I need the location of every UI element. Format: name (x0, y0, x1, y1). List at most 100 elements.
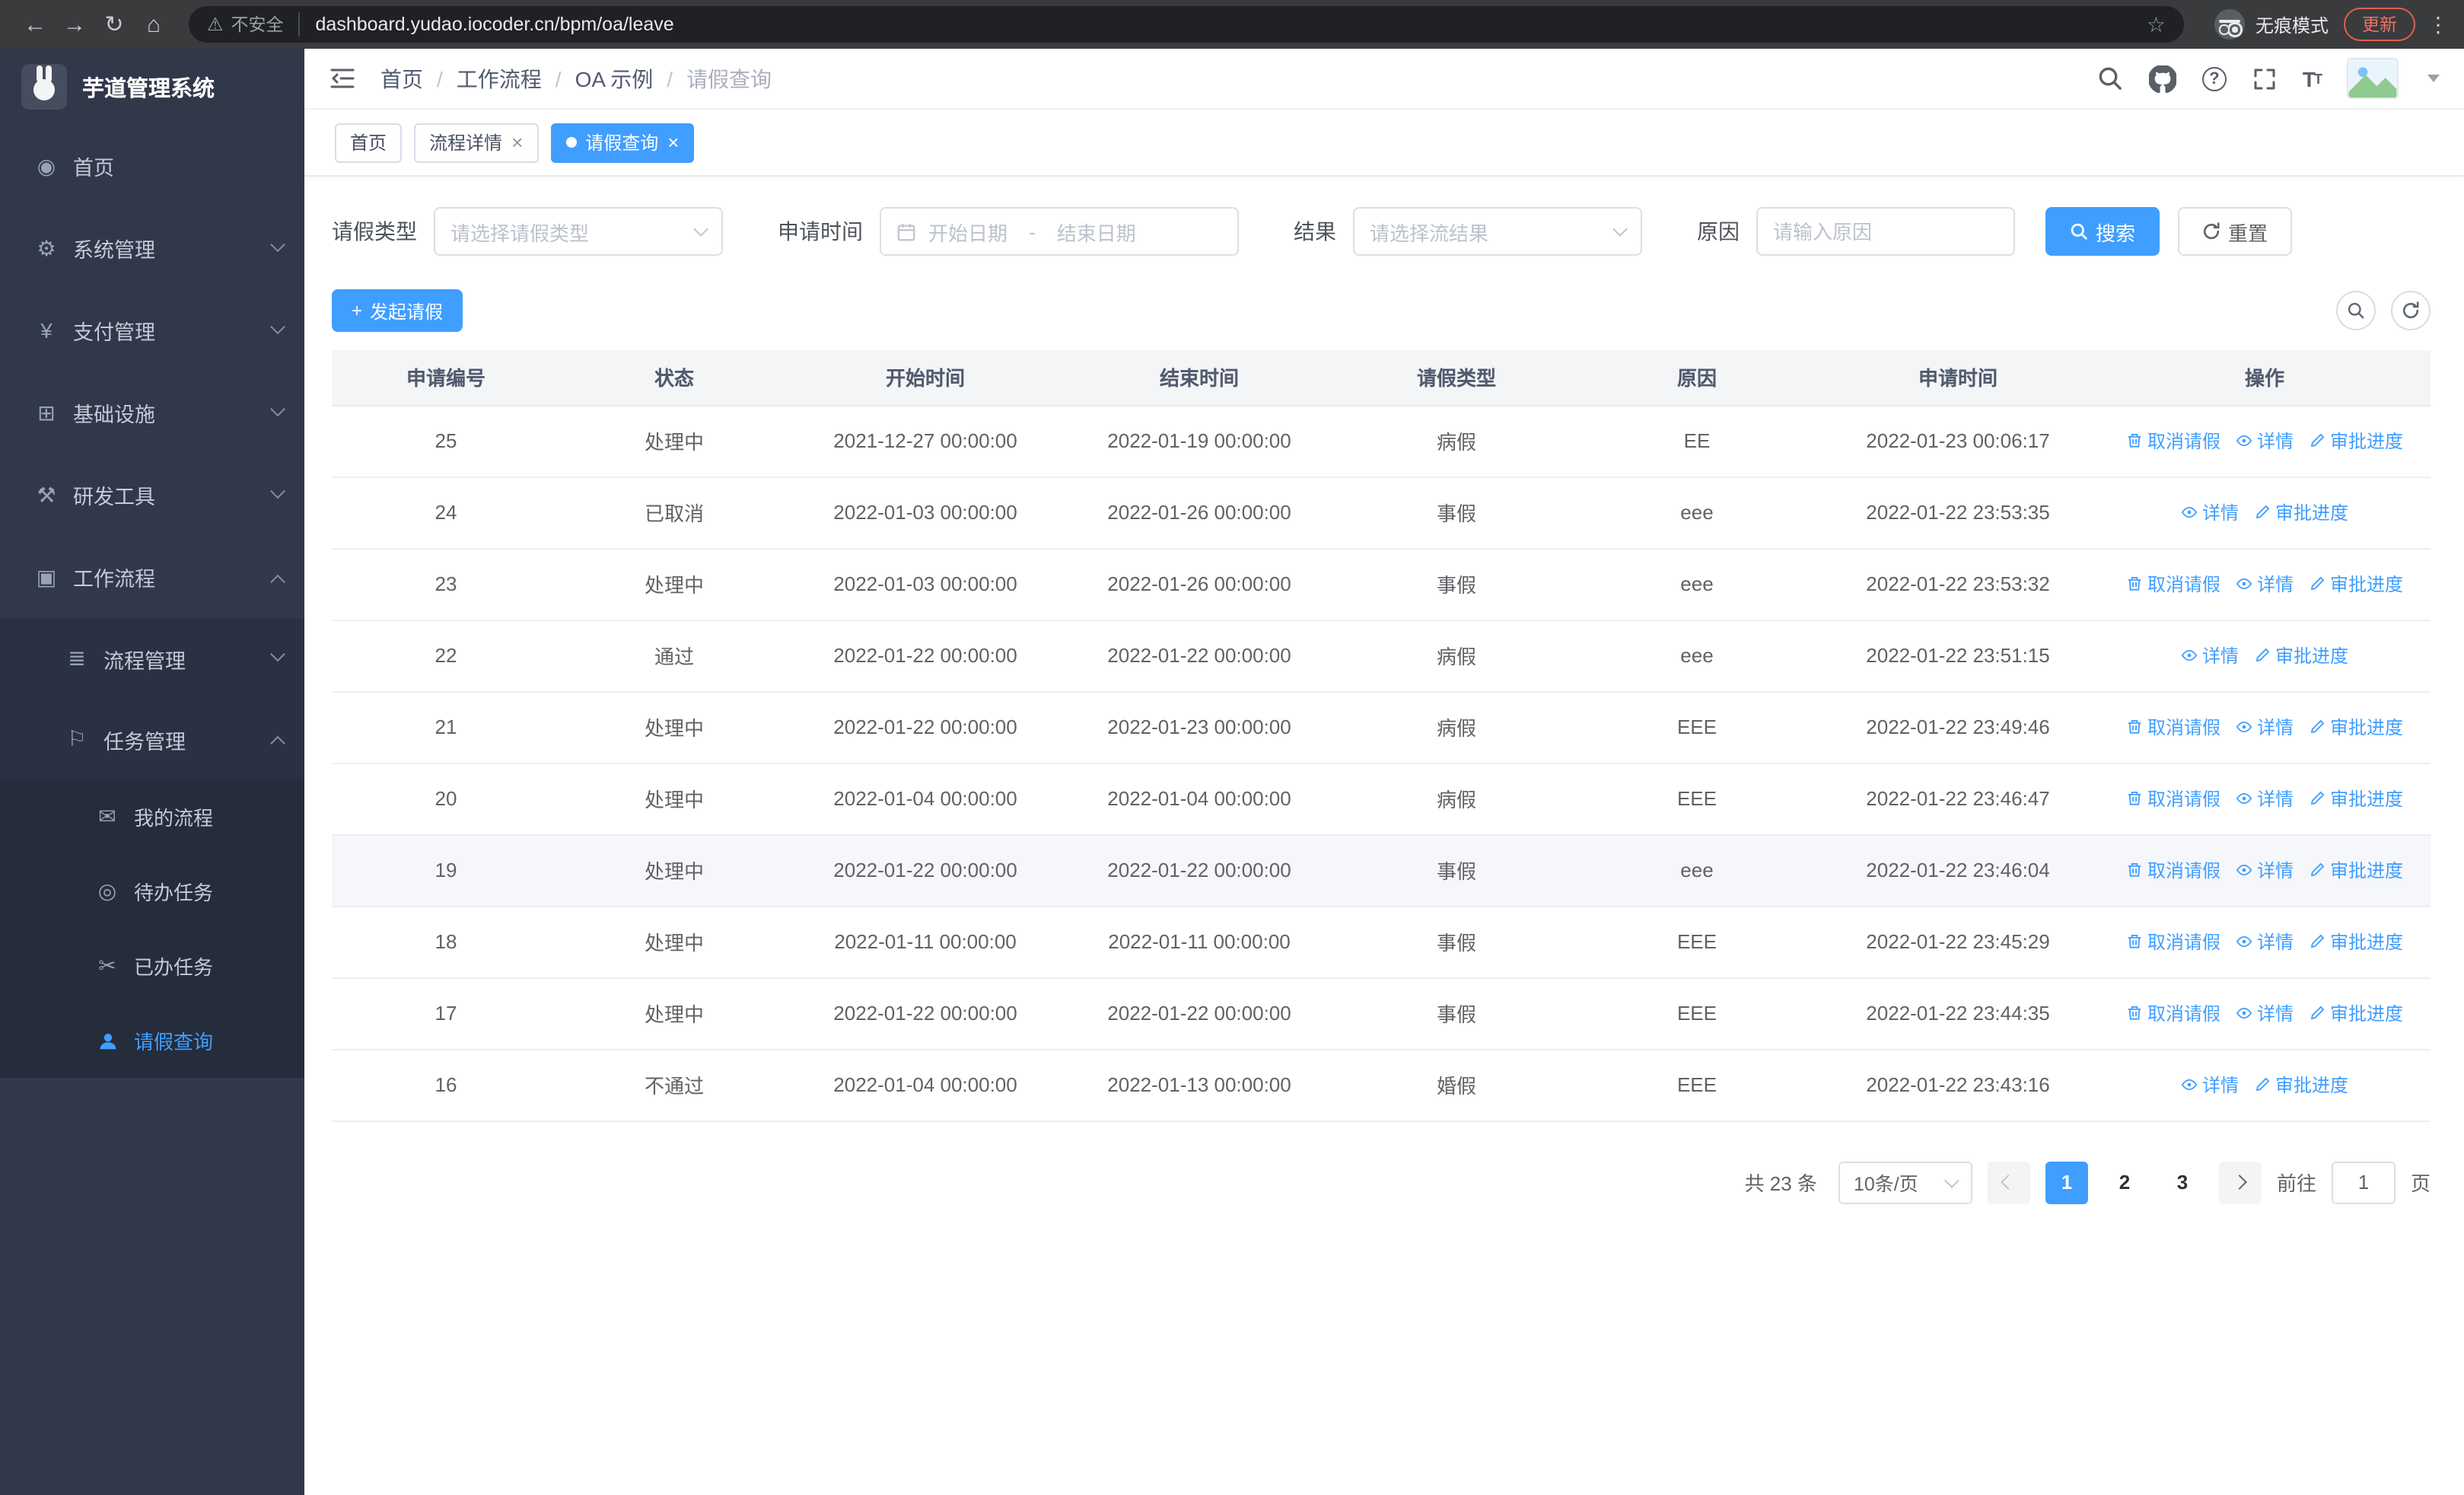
site-security-chip[interactable]: ⚠ 不安全 (207, 12, 301, 37)
tab-home[interactable]: 首页 (335, 123, 403, 162)
eye-icon (2236, 862, 2252, 878)
app-logo[interactable]: 芋道管理系统 (0, 49, 304, 125)
breadcrumb-item[interactable]: OA 示例 (575, 63, 654, 94)
detail-link[interactable]: 详情 (2181, 642, 2239, 668)
sidebar-item-payment[interactable]: ¥ 支付管理 (0, 289, 304, 371)
approval-progress-link[interactable]: 审批进度 (2309, 1000, 2403, 1026)
collapse-menu-icon[interactable] (329, 67, 356, 90)
tab-process-detail[interactable]: 流程详情 × (414, 123, 539, 162)
table-row: 23 处理中 2022-01-03 00:00:00 2022-01-26 00:00… (332, 548, 2431, 620)
url-text[interactable]: dashboard.yudao.iocoder.cn/bpm/oa/leave (316, 14, 2147, 35)
sidebar-item-system[interactable]: ⚙ 系统管理 (0, 207, 304, 289)
address-bar[interactable]: ⚠ 不安全 dashboard.yudao.iocoder.cn/bpm/oa/… (189, 6, 2184, 43)
cell-apply-id: 25 (332, 405, 560, 477)
detail-link[interactable]: 详情 (2236, 1000, 2294, 1026)
detail-link[interactable]: 详情 (2236, 428, 2294, 454)
next-page-button[interactable] (2218, 1161, 2262, 1203)
approval-progress-link[interactable]: 审批进度 (2254, 499, 2348, 525)
cancel-leave-link[interactable]: 取消请假 (2126, 1000, 2220, 1026)
page-2-button[interactable]: 2 (2103, 1161, 2146, 1203)
apply-time-range-picker[interactable]: 开始日期 - 结束日期 (880, 207, 1239, 256)
sidebar-item-process-mgmt[interactable]: ≣ 流程管理 (0, 618, 304, 699)
delete-icon (2126, 933, 2143, 950)
sidebar-item-infrastructure[interactable]: ⊞ 基础设施 (0, 371, 304, 454)
edit-icon (2254, 1076, 2271, 1093)
cell-apply-time: 2022-01-22 23:44:35 (1817, 977, 2099, 1050)
back-icon[interactable]: ← (15, 6, 55, 43)
help-icon[interactable]: ? (2201, 66, 2227, 91)
breadcrumb-separator: / (555, 66, 562, 91)
action-label: 审批进度 (2330, 860, 2404, 881)
sidebar-item-task-mgmt[interactable]: ⚐ 任务管理 (0, 699, 304, 779)
cancel-leave-link[interactable]: 取消请假 (2126, 929, 2220, 955)
breadcrumb-item[interactable]: 首页 (380, 63, 423, 94)
yen-icon: ¥ (40, 318, 53, 343)
refresh-table-button[interactable] (2391, 291, 2431, 330)
sidebar-item-done-tasks[interactable]: ✂ 已办任务 (0, 929, 304, 1003)
sidebar-item-workflow[interactable]: ▣ 工作流程 (0, 536, 304, 618)
approval-progress-link[interactable]: 审批进度 (2309, 857, 2403, 883)
cancel-leave-link[interactable]: 取消请假 (2126, 714, 2220, 740)
page-size-select[interactable]: 10条/页 (1838, 1161, 1972, 1203)
detail-link[interactable]: 详情 (2236, 571, 2294, 597)
detail-link[interactable]: 详情 (2181, 499, 2239, 525)
tab-label: 首页 (350, 132, 387, 154)
browser-toolbar: ← → ↻ ⌂ ⚠ 不安全 dashboard.yudao.iocoder.cn… (0, 0, 2464, 49)
create-leave-button[interactable]: + 发起请假 (332, 289, 463, 332)
sidebar-item-my-process[interactable]: ✉ 我的流程 (0, 779, 304, 854)
detail-link[interactable]: 详情 (2236, 857, 2294, 883)
cancel-leave-link[interactable]: 取消请假 (2126, 857, 2220, 883)
sidebar-item-home[interactable]: ◉ 首页 (0, 125, 304, 207)
approval-progress-link[interactable]: 审批进度 (2254, 642, 2348, 668)
approval-progress-link[interactable]: 审批进度 (2309, 786, 2403, 811)
close-icon[interactable]: × (667, 132, 679, 152)
forward-icon[interactable]: → (55, 6, 94, 43)
search-icon[interactable] (2097, 65, 2123, 91)
cancel-leave-link[interactable]: 取消请假 (2126, 786, 2220, 811)
result-label: 结果 (1294, 219, 1336, 244)
approval-progress-link[interactable]: 审批进度 (2254, 1072, 2348, 1098)
leave-type-select[interactable]: 请选择请假类型 (434, 207, 723, 256)
home-icon[interactable]: ⌂ (134, 6, 173, 43)
search-button[interactable]: 搜索 (2045, 207, 2160, 256)
browser-menu-icon[interactable]: ⋮ (2427, 11, 2449, 37)
approval-progress-link[interactable]: 审批进度 (2309, 929, 2403, 955)
detail-link[interactable]: 详情 (2181, 1072, 2239, 1098)
avatar[interactable] (2347, 58, 2399, 99)
cell-apply-id: 17 (332, 977, 560, 1050)
close-icon[interactable]: × (511, 132, 523, 152)
reset-button[interactable]: 重置 (2178, 207, 2293, 256)
sidebar-item-devtools[interactable]: ⚒ 研发工具 (0, 454, 304, 536)
page-1-button[interactable]: 1 (2045, 1161, 2088, 1203)
approval-progress-link[interactable]: 审批进度 (2309, 571, 2403, 597)
cancel-leave-link[interactable]: 取消请假 (2126, 571, 2220, 597)
fullscreen-icon[interactable] (2252, 66, 2277, 91)
page-3-button[interactable]: 3 (2160, 1161, 2204, 1203)
toggle-search-button[interactable] (2336, 291, 2376, 330)
sidebar-item-todo-tasks[interactable]: ◎ 待办任务 (0, 854, 304, 929)
avatar-caret-icon[interactable] (2427, 75, 2440, 82)
sidebar-item-leave-query[interactable]: 请假查询 (0, 1003, 304, 1078)
detail-link[interactable]: 详情 (2236, 714, 2294, 740)
detail-link[interactable]: 详情 (2236, 786, 2294, 811)
reason-input[interactable] (1773, 220, 1998, 243)
detail-link[interactable]: 详情 (2236, 929, 2294, 955)
bookmark-star-icon[interactable]: ☆ (2147, 11, 2166, 37)
prev-page-button[interactable] (1987, 1161, 2030, 1203)
font-size-icon[interactable]: TT (2303, 66, 2322, 91)
tab-leave-query[interactable]: 请假查询 × (550, 123, 695, 162)
approval-progress-link[interactable]: 审批进度 (2309, 428, 2403, 454)
cancel-leave-link[interactable]: 取消请假 (2126, 428, 2220, 454)
github-icon[interactable] (2148, 65, 2176, 92)
calendar-icon (896, 222, 916, 241)
user-icon (94, 1030, 120, 1051)
approval-progress-link[interactable]: 审批进度 (2309, 714, 2403, 740)
cell-apply-id: 19 (332, 834, 560, 907)
action-label: 取消请假 (2147, 860, 2220, 881)
breadcrumb-item[interactable]: 工作流程 (457, 63, 542, 94)
browser-update-button[interactable]: 更新 (2344, 8, 2415, 41)
reload-icon[interactable]: ↻ (94, 6, 134, 43)
result-select[interactable]: 请选择流结果 (1353, 207, 1642, 256)
eye-icon (2236, 1005, 2252, 1022)
goto-page-input[interactable] (2331, 1161, 2396, 1203)
